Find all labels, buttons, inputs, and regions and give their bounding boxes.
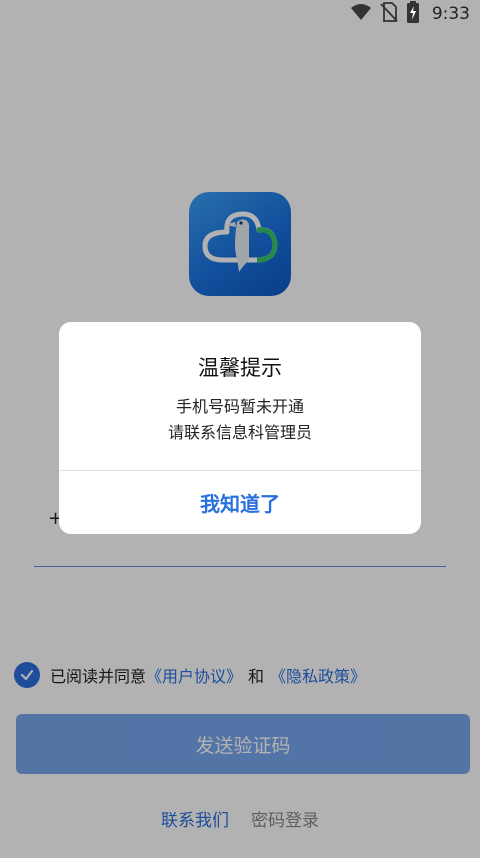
login-screen: 9:33 + 已阅读并同意《用户协议》和《隐私政策》 发送验证码 联系我们 密码… [0,0,480,858]
no-sim-icon [380,2,398,26]
dialog-confirm-button[interactable]: 我知道了 [59,471,421,534]
dialog-message: 手机号码暂未开通 请联系信息科管理员 [59,394,421,446]
wifi-icon [350,3,372,25]
status-bar: 9:33 [0,0,480,28]
dialog-title: 温馨提示 [198,356,282,380]
alert-dialog: 温馨提示 手机号码暂未开通 请联系信息科管理员 我知道了 [59,322,421,534]
dialog-message-line: 请联系信息科管理员 [167,423,312,442]
dialog-message-line: 手机号码暂未开通 [175,397,304,416]
battery-charging-icon [406,1,420,27]
status-time: 9:33 [431,4,470,24]
